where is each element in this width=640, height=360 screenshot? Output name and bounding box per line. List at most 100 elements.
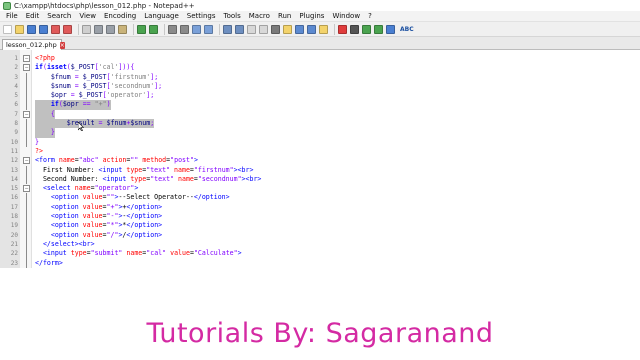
- code-line[interactable]: 18 <option value="-">-</option>: [0, 212, 640, 222]
- close-icon[interactable]: [51, 24, 60, 34]
- notepadpp-icon: [3, 1, 11, 10]
- code-line[interactable]: 11 ?>: [0, 147, 640, 156]
- code-line[interactable]: 7− {: [0, 109, 640, 120]
- code-text: First Number: <input type="text" name="f…: [42, 165, 254, 174]
- redo-icon[interactable]: [149, 24, 158, 34]
- udl-icon[interactable]: [283, 24, 292, 34]
- zoom-in-icon[interactable]: [192, 24, 201, 34]
- menu-window[interactable]: Window: [328, 12, 364, 20]
- fold-toggle-icon[interactable]: −: [23, 110, 30, 118]
- line-number: 11: [10, 147, 18, 155]
- tab-lesson-012[interactable]: lesson_012.php ×: [2, 39, 65, 50]
- line-number: 18: [10, 213, 18, 221]
- code-text: <select name="operator">: [42, 184, 139, 193]
- menu-edit[interactable]: Edit: [22, 12, 44, 20]
- function-list-icon[interactable]: [307, 24, 316, 34]
- line-number: 10: [10, 138, 18, 146]
- tab-close-icon[interactable]: ×: [59, 41, 65, 49]
- code-line[interactable]: 5 $opr = $_POST['operator'];: [0, 91, 640, 101]
- code-text: <input type="submit" name="cal" value="C…: [42, 249, 242, 258]
- code-line[interactable]: 4 $snum = $_POST['secondnum'];: [0, 81, 640, 92]
- indent-guide-icon[interactable]: [271, 24, 280, 34]
- menu-search[interactable]: Search: [43, 12, 75, 20]
- toolbar-separator: [219, 23, 220, 35]
- menu-encoding[interactable]: Encoding: [100, 12, 140, 20]
- run-macro-multiple-icon[interactable]: [374, 24, 383, 34]
- code-line[interactable]: 20 <option value="/">/</option>: [0, 230, 640, 240]
- code-line[interactable]: 13 First Number: <input type="text" name…: [0, 165, 640, 175]
- fold-line: [26, 202, 27, 213]
- undo-icon[interactable]: [137, 24, 146, 34]
- code-editor[interactable]: 1− <?php 2− if(isset($_POST['cal'])){3 $fnu…: [0, 50, 640, 268]
- save-all-icon[interactable]: [39, 24, 48, 34]
- code-line[interactable]: 15− <select name="operator">: [0, 184, 640, 193]
- line-number: 1: [14, 55, 18, 62]
- code-text: <?php: [35, 54, 55, 62]
- new-file-icon[interactable]: [3, 24, 12, 34]
- cut-icon[interactable]: [94, 24, 103, 34]
- copy-icon[interactable]: [106, 24, 115, 34]
- code-line[interactable]: 21 </select><br>: [0, 239, 640, 250]
- code-line[interactable]: 23 </form>: [0, 258, 640, 268]
- find-icon[interactable]: [168, 24, 177, 34]
- code-text: $fnum = $_POST['firstnum'];: [50, 72, 159, 81]
- fold-line: [26, 100, 27, 110]
- menu-view[interactable]: View: [75, 12, 100, 20]
- fold-line: [26, 81, 27, 92]
- menu-run[interactable]: Run: [274, 12, 295, 20]
- code-line[interactable]: 19 <option value="*">*</option>: [0, 221, 640, 231]
- fold-toggle-icon[interactable]: −: [23, 157, 30, 165]
- menu-language[interactable]: Language: [140, 12, 183, 20]
- sync-horizontal-icon[interactable]: [235, 24, 244, 34]
- code-line[interactable]: 8 $result = $fnum+$snum;: [0, 119, 640, 129]
- toolbar: ABC: [0, 22, 640, 37]
- code-line[interactable]: 10}: [0, 137, 640, 147]
- stop-record-icon[interactable]: [350, 24, 359, 34]
- menu-file[interactable]: File: [2, 12, 22, 20]
- line-number: 19: [10, 222, 18, 230]
- menu-help[interactable]: ?: [364, 12, 376, 20]
- code-line[interactable]: 2− if(isset($_POST['cal'])){: [0, 63, 640, 72]
- record-macro-icon[interactable]: [338, 24, 347, 34]
- line-number: 8: [14, 120, 18, 128]
- open-file-icon[interactable]: [15, 24, 24, 34]
- fold-line: [26, 165, 27, 175]
- menu-tools[interactable]: Tools: [220, 12, 245, 20]
- code-line[interactable]: 17 <option value="+">+</option>: [0, 202, 640, 213]
- show-all-chars-icon[interactable]: [259, 24, 268, 34]
- play-macro-icon[interactable]: [362, 24, 371, 34]
- code-line[interactable]: 6 if($opr == "+"): [0, 100, 640, 110]
- line-number: 9: [14, 129, 18, 137]
- fold-toggle-icon[interactable]: −: [23, 64, 30, 72]
- code-line[interactable]: 22 <input type="submit" name="cal" value…: [0, 249, 640, 259]
- code-line[interactable]: 14 Second Number: <input type="text" nam…: [0, 174, 640, 185]
- sync-vertical-icon[interactable]: [223, 24, 232, 34]
- save-macro-icon[interactable]: [386, 24, 395, 34]
- code-line[interactable]: 12− <form name="abc" action="" method="po…: [0, 156, 640, 165]
- code-text: }: [35, 137, 39, 146]
- line-number: 21: [10, 240, 18, 248]
- spellcheck-icon[interactable]: ABC: [400, 26, 414, 33]
- code-line[interactable]: 16 <option value="">--Select Operator--<…: [0, 193, 640, 203]
- menu-settings[interactable]: Settings: [183, 12, 220, 20]
- close-all-icon[interactable]: [63, 24, 72, 34]
- paste-icon[interactable]: [118, 24, 127, 34]
- save-icon[interactable]: [27, 24, 36, 34]
- zoom-out-icon[interactable]: [204, 24, 213, 34]
- fold-toggle-icon[interactable]: −: [23, 55, 30, 62]
- fold-line: [26, 221, 27, 231]
- menu-macro[interactable]: Macro: [245, 12, 274, 20]
- replace-icon[interactable]: [180, 24, 189, 34]
- menu-plugins[interactable]: Plugins: [295, 12, 328, 20]
- code-line[interactable]: 3 $fnum = $_POST['firstnum'];: [0, 72, 640, 82]
- code-text: $result = $fnum+$snum;: [35, 119, 155, 129]
- print-icon[interactable]: [82, 24, 91, 34]
- word-wrap-icon[interactable]: [247, 24, 256, 34]
- fold-toggle-icon[interactable]: −: [23, 185, 30, 193]
- code-line[interactable]: 1− <?php: [0, 54, 640, 63]
- code-lines[interactable]: 1− <?php 2− if(isset($_POST['cal'])){3 $fnu…: [0, 54, 640, 268]
- code-text: $snum = $_POST['secondnum'];: [50, 81, 163, 90]
- folder-workspace-icon[interactable]: [319, 24, 328, 34]
- code-line[interactable]: 9 }: [0, 128, 640, 138]
- doc-map-icon[interactable]: [295, 24, 304, 34]
